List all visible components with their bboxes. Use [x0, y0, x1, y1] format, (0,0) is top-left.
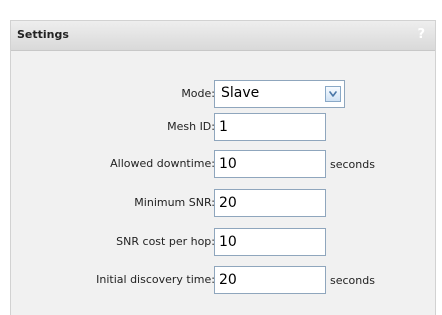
initial-discovery-time-unit: seconds	[330, 274, 375, 287]
mesh-id-label: Mesh ID:	[167, 120, 215, 133]
mode-select-value: Slave	[221, 85, 260, 101]
allowed-downtime-unit: seconds	[330, 158, 375, 171]
initial-discovery-time-row: Initial discovery time: seconds	[11, 266, 435, 296]
allowed-downtime-label: Allowed downtime:	[110, 157, 215, 170]
mesh-id-input[interactable]	[215, 114, 325, 140]
allowed-downtime-input[interactable]	[215, 151, 325, 177]
mesh-id-row: Mesh ID:	[11, 113, 435, 143]
minimum-snr-field[interactable]	[214, 189, 326, 217]
chevron-down-icon	[329, 91, 337, 97]
allowed-downtime-field[interactable]	[214, 150, 326, 178]
mode-select[interactable]: Slave	[214, 80, 345, 108]
mode-row: Mode: Slave	[11, 80, 435, 110]
settings-panel: Settings ? Mode: Slave Mesh ID: Allowed …	[10, 20, 436, 315]
snr-cost-per-hop-input[interactable]	[215, 229, 325, 255]
initial-discovery-time-label: Initial discovery time:	[96, 273, 215, 286]
mesh-id-field[interactable]	[214, 113, 326, 141]
snr-cost-per-hop-label: SNR cost per hop:	[116, 235, 215, 248]
snr-cost-per-hop-field[interactable]	[214, 228, 326, 256]
initial-discovery-time-field[interactable]	[214, 266, 326, 294]
mode-dropdown-button[interactable]	[325, 86, 341, 102]
initial-discovery-time-input[interactable]	[215, 267, 325, 293]
mode-label: Mode:	[181, 87, 215, 100]
allowed-downtime-row: Allowed downtime: seconds	[11, 150, 435, 180]
minimum-snr-label: Minimum SNR:	[134, 196, 215, 209]
panel-header: Settings ?	[11, 21, 435, 51]
minimum-snr-row: Minimum SNR:	[11, 189, 435, 219]
minimum-snr-input[interactable]	[215, 190, 325, 216]
snr-cost-per-hop-row: SNR cost per hop:	[11, 228, 435, 258]
help-icon[interactable]: ?	[417, 27, 425, 42]
panel-title: Settings	[17, 28, 69, 41]
